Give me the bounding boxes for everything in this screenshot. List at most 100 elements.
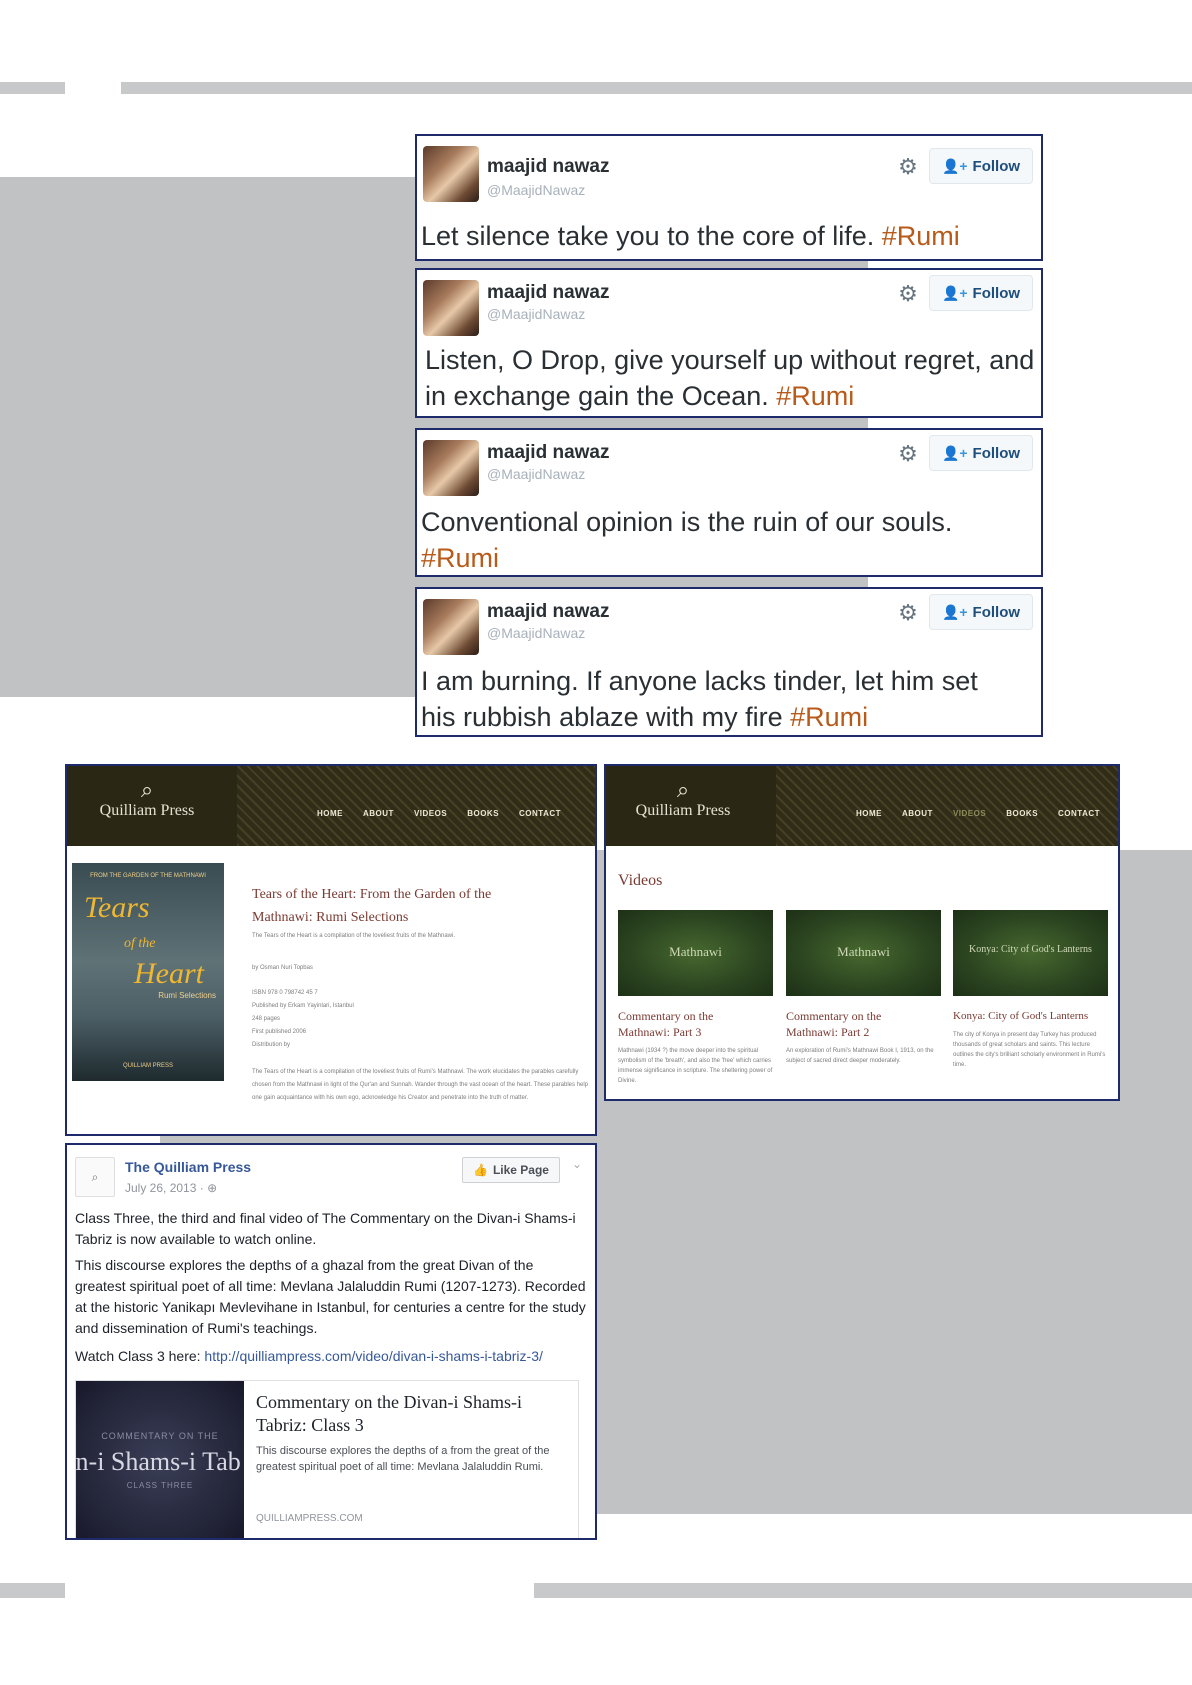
top-bar-left bbox=[0, 82, 65, 94]
post-date: July 26, 2013 · ⊕ bbox=[125, 1181, 217, 1195]
book-detail: First published 2006 bbox=[252, 1029, 307, 1035]
add-user-icon: 👤+ bbox=[941, 444, 968, 461]
hashtag-link[interactable]: #Rumi bbox=[421, 543, 499, 573]
nav-about[interactable]: ABOUT bbox=[363, 809, 394, 818]
preview-img-top: COMMENTARY ON THE bbox=[101, 1431, 219, 1441]
thumb-label: Mathnawi bbox=[669, 944, 722, 959]
hashtag-link[interactable]: #Rumi bbox=[790, 702, 868, 732]
tweet-author-handle[interactable]: @MaajidNawaz bbox=[487, 625, 585, 641]
tweet-card: maajid nawaz @MaajidNawaz ⚙ 👤+ Follow Lis… bbox=[415, 268, 1043, 418]
tweet-author-name[interactable]: maajid nawaz bbox=[487, 156, 610, 178]
nav-contact[interactable]: CONTACT bbox=[1058, 809, 1100, 818]
video-description: An exploration of Rumi's Mathnawi Book I… bbox=[786, 1048, 934, 1064]
thumb-label: Konya: City of God's Lanterns bbox=[969, 944, 1092, 955]
tweet-author-name[interactable]: maajid nawaz bbox=[487, 442, 610, 464]
book-detail: Published by Erkam Yayinlari, Istanbul bbox=[252, 1003, 354, 1009]
nav-about[interactable]: ABOUT bbox=[902, 809, 933, 818]
tweet-author-name[interactable]: maajid nawaz bbox=[487, 282, 610, 304]
cover-bottom-text: QUILLIAM PRESS bbox=[122, 1063, 173, 1069]
globe-icon: ⊕ bbox=[207, 1181, 218, 1195]
avatar[interactable] bbox=[423, 146, 479, 202]
tweet-card: maajid nawaz @MaajidNawaz ⚙ 👤+ Follow Let… bbox=[415, 134, 1043, 261]
page-avatar[interactable]: ⌕ bbox=[75, 1157, 115, 1197]
nav-home[interactable]: HOME bbox=[856, 809, 882, 818]
link-preview-card[interactable]: COMMENTARY ON THE an-i Shams-i Tab CLASS… bbox=[75, 1380, 579, 1538]
tweet-text: Conventional opinion is the ruin of our … bbox=[421, 504, 1001, 576]
video-thumbnail[interactable]: Mathnawi bbox=[618, 910, 773, 996]
nav-books[interactable]: BOOKS bbox=[467, 809, 499, 818]
hashtag-link[interactable]: #Rumi bbox=[776, 381, 854, 411]
tweet-author-handle[interactable]: @MaajidNawaz bbox=[487, 466, 585, 482]
preview-img-big: an-i Shams-i Tab bbox=[76, 1447, 241, 1476]
site-logo[interactable]: ⌕ Quilliam Press bbox=[628, 778, 738, 820]
logo-icon: ⌕ bbox=[676, 777, 690, 802]
book-cover[interactable]: FROM THE GARDEN OF THE MATHNAWI Tears of… bbox=[72, 863, 224, 1081]
preview-img-bottom: CLASS THREE bbox=[126, 1481, 194, 1490]
nav-books[interactable]: BOOKS bbox=[1006, 809, 1038, 818]
video-thumbnail[interactable]: Mathnawi bbox=[786, 910, 941, 996]
preview-description: This discourse explores the depths of a … bbox=[256, 1445, 550, 1473]
video-title[interactable]: Konya: City of God's Lanterns bbox=[953, 1008, 1118, 1024]
videos-heading: Videos bbox=[618, 872, 663, 889]
nav-home[interactable]: HOME bbox=[317, 809, 343, 818]
preview-title[interactable]: Commentary on the Divan-i Shams-i Tabriz… bbox=[256, 1391, 566, 1437]
avatar[interactable] bbox=[423, 440, 479, 496]
bottom-bar-left bbox=[0, 1583, 65, 1598]
book-detail: Distribution by bbox=[252, 1042, 291, 1048]
post-paragraph: This discourse explores the depths of a … bbox=[75, 1257, 586, 1336]
logo-icon: ⌕ bbox=[140, 777, 154, 802]
gear-icon[interactable]: ⚙ bbox=[895, 281, 921, 307]
cover-top-text: FROM THE GARDEN OF THE MATHNAWI bbox=[90, 873, 206, 879]
tweet-author-name[interactable]: maajid nawaz bbox=[487, 601, 610, 623]
site-nav: HOME ABOUT VIDEOS BOOKS CONTACT bbox=[317, 809, 561, 818]
tweet-body: Listen, O Drop, give yourself up without… bbox=[425, 345, 1035, 411]
follow-button[interactable]: 👤+ Follow bbox=[929, 435, 1033, 471]
book-author: by Osman Nuri Topbas bbox=[252, 965, 313, 971]
logo-text: Quilliam Press bbox=[99, 802, 195, 819]
hashtag-link[interactable]: #Rumi bbox=[882, 221, 960, 251]
add-user-icon: 👤+ bbox=[941, 603, 968, 620]
tweet-text: Let silence take you to the core of life… bbox=[421, 218, 1035, 254]
book-page-screenshot: ⌕ Quilliam Press HOME ABOUT VIDEOS BOOKS… bbox=[65, 764, 597, 1136]
follow-button[interactable]: 👤+ Follow bbox=[929, 594, 1033, 630]
nav-videos[interactable]: VIDEOS bbox=[414, 809, 447, 818]
watch-label: Watch Class 3 here: bbox=[75, 1348, 205, 1364]
thumb-label: Mathnawi bbox=[837, 944, 890, 959]
gear-icon[interactable]: ⚙ bbox=[895, 441, 921, 467]
gear-icon[interactable]: ⚙ bbox=[895, 600, 921, 626]
tweet-author-handle[interactable]: @MaajidNawaz bbox=[487, 306, 585, 322]
follow-button[interactable]: 👤+ Follow bbox=[929, 275, 1033, 311]
follow-label: Follow bbox=[972, 444, 1021, 462]
site-logo[interactable]: ⌕ Quilliam Press bbox=[87, 778, 207, 820]
video-title[interactable]: Commentary on the Mathnawi: Part 2 bbox=[786, 1008, 926, 1040]
avatar[interactable] bbox=[423, 280, 479, 336]
tweet-card: maajid nawaz @MaajidNawaz ⚙ 👤+ Follow I a… bbox=[415, 587, 1043, 737]
like-page-button[interactable]: 👍 Like Page bbox=[462, 1157, 560, 1183]
add-user-icon: 👤+ bbox=[941, 284, 968, 301]
page-name[interactable]: The Quilliam Press bbox=[125, 1159, 251, 1175]
book-tagline: The Tears of the Heart is a compilation … bbox=[252, 933, 455, 939]
chevron-down-icon[interactable]: ⌄ bbox=[572, 1157, 582, 1171]
tweet-body: Conventional opinion is the ruin of our … bbox=[421, 507, 953, 537]
avatar[interactable] bbox=[423, 599, 479, 655]
nav-contact[interactable]: CONTACT bbox=[519, 809, 561, 818]
book-description: The Tears of the Heart is a compilation … bbox=[252, 1069, 589, 1101]
header-pattern bbox=[776, 766, 1118, 846]
tweet-text: Listen, O Drop, give yourself up without… bbox=[425, 342, 1035, 414]
tweet-author-handle[interactable]: @MaajidNawaz bbox=[487, 182, 585, 198]
site-header: ⌕ Quilliam Press HOME ABOUT VIDEOS BOOKS… bbox=[606, 766, 1118, 846]
post-date-text: July 26, 2013 · bbox=[125, 1181, 208, 1195]
nav-videos[interactable]: VIDEOS bbox=[953, 809, 986, 818]
link-preview-image[interactable]: COMMENTARY ON THE an-i Shams-i Tab CLASS… bbox=[76, 1381, 244, 1538]
book-detail: 248 pages bbox=[252, 1016, 281, 1022]
header-pattern bbox=[237, 766, 595, 846]
cover-subtitle: Rumi Selections bbox=[158, 991, 216, 1000]
logo-text: Quilliam Press bbox=[635, 802, 731, 819]
gear-icon[interactable]: ⚙ bbox=[895, 154, 921, 180]
video-thumbnail[interactable]: Konya: City of God's Lanterns bbox=[953, 910, 1108, 996]
watch-link[interactable]: http://quilliampress.com/video/divan-i-s… bbox=[204, 1348, 542, 1364]
follow-button[interactable]: 👤+ Follow bbox=[929, 148, 1033, 184]
video-title[interactable]: Commentary on the Mathnawi: Part 3 bbox=[618, 1008, 758, 1040]
like-page-label: Like Page bbox=[492, 1163, 549, 1177]
tweet-body: I am burning. If anyone lacks tinder, le… bbox=[421, 666, 978, 732]
